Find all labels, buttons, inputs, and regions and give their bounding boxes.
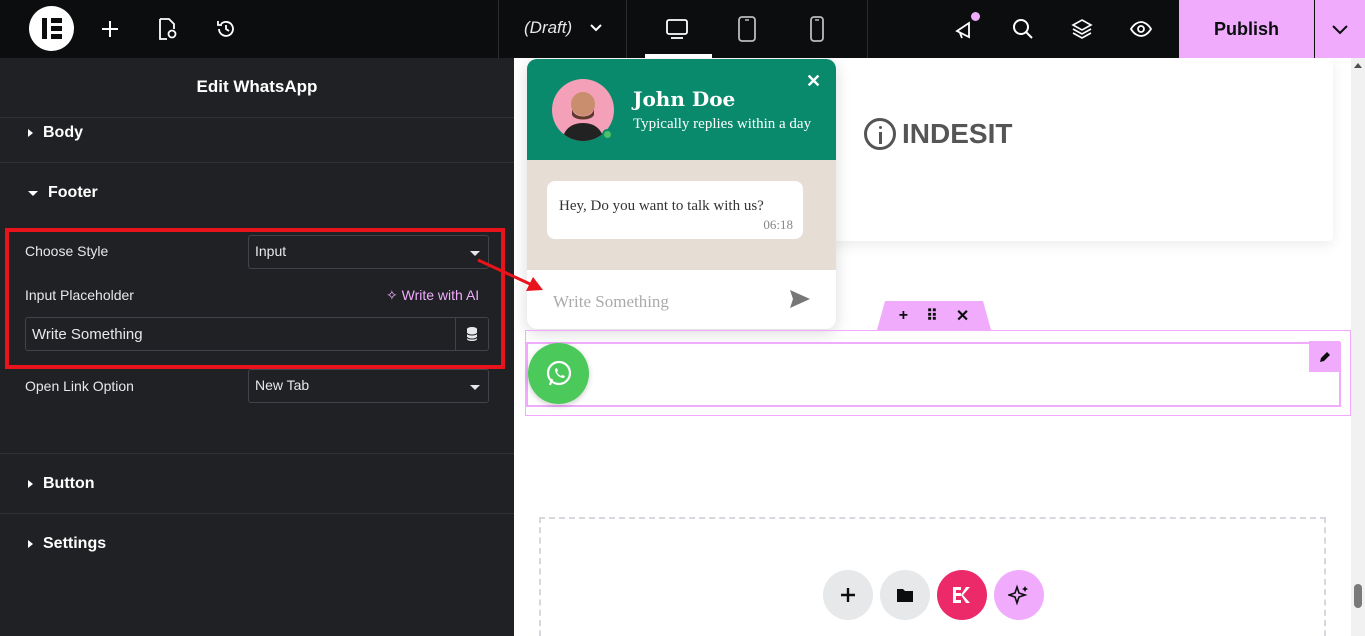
top-bar: (Draft) Publish (0, 0, 1365, 58)
add-template-button[interactable] (880, 570, 930, 620)
plus-icon (841, 588, 855, 602)
chat-message: Hey, Do you want to talk with us? 06:18 (547, 181, 803, 239)
chat-input-area: Write Something (527, 270, 836, 329)
open-link-select[interactable]: New Tab (248, 369, 489, 403)
section-toolbar: + ⠿ ✕ (877, 301, 991, 330)
edit-widget-button[interactable] (1309, 341, 1340, 372)
publish-button[interactable]: Publish (1179, 0, 1314, 58)
folder-icon (897, 589, 913, 602)
agent-name: John Doe (633, 87, 736, 111)
add-section-icon[interactable]: + (899, 307, 908, 325)
section-body[interactable]: Body (28, 124, 83, 142)
mobile-icon[interactable] (802, 14, 832, 44)
scroll-up-icon[interactable] (1354, 63, 1362, 68)
structure-icon[interactable] (1067, 14, 1097, 44)
indesit-logo-icon (864, 118, 896, 150)
send-icon[interactable] (789, 289, 811, 314)
open-link-label: Open Link Option (25, 378, 134, 394)
whatsapp-chat-header: John Doe Typically replies within a day … (527, 59, 836, 160)
agent-subtitle: Typically replies within a day (633, 116, 812, 132)
add-element-icon[interactable] (95, 14, 125, 44)
add-section-button[interactable] (823, 570, 873, 620)
chevron-down-icon (1332, 25, 1348, 35)
panel-title: Edit WhatsApp (196, 77, 318, 96)
pencil-icon (1319, 351, 1330, 362)
caret-down-icon (28, 190, 38, 196)
draft-status[interactable]: (Draft) (524, 18, 572, 38)
elementskit-button[interactable] (937, 570, 987, 620)
whatsapp-icon (546, 360, 571, 385)
preview-icon[interactable] (1126, 14, 1156, 44)
whatsapp-chat-popup: John Doe Typically replies within a day … (527, 59, 836, 329)
editor-panel: Edit WhatsApp Body Footer Choose Style I… (0, 58, 514, 636)
notification-dot (971, 12, 980, 21)
section-settings[interactable]: Settings (28, 535, 106, 553)
widget-outline[interactable] (526, 342, 1341, 407)
page-settings-icon[interactable] (152, 14, 182, 44)
tablet-icon[interactable] (732, 14, 762, 44)
chat-body: Hey, Do you want to talk with us? 06:18 (527, 160, 836, 270)
chevron-down-icon[interactable] (588, 20, 604, 41)
indesit-logo: INDESIT (864, 118, 1012, 150)
caret-right-icon (28, 129, 33, 137)
history-icon[interactable] (211, 14, 241, 44)
sparkle-icon (1008, 584, 1028, 606)
caret-down-icon (470, 385, 480, 390)
publish-options-button[interactable] (1315, 0, 1365, 58)
desktop-icon[interactable] (662, 14, 692, 44)
scrollbar[interactable] (1351, 58, 1365, 636)
chat-input[interactable]: Write Something (553, 292, 669, 312)
caret-right-icon (28, 540, 33, 548)
preview-canvas: INDESIT John Doe Typically replies withi… (514, 58, 1365, 636)
add-section-buttons (823, 570, 1044, 620)
whatsapp-floating-button[interactable] (528, 343, 589, 404)
drag-handle-icon[interactable]: ⠿ (926, 306, 938, 326)
elementskit-icon (953, 587, 970, 603)
close-icon[interactable]: ✕ (806, 71, 821, 92)
section-button[interactable]: Button (28, 475, 95, 493)
caret-right-icon (28, 480, 33, 488)
search-icon[interactable] (1008, 14, 1038, 44)
message-time: 06:18 (763, 217, 793, 232)
delete-section-icon[interactable]: ✕ (956, 306, 969, 326)
scrollbar-thumb[interactable] (1354, 584, 1362, 608)
elementor-logo-icon[interactable] (29, 6, 74, 51)
section-footer[interactable]: Footer (28, 184, 98, 202)
highlight-box (5, 228, 505, 369)
ai-generate-button[interactable] (994, 570, 1044, 620)
online-status-dot (602, 129, 613, 140)
